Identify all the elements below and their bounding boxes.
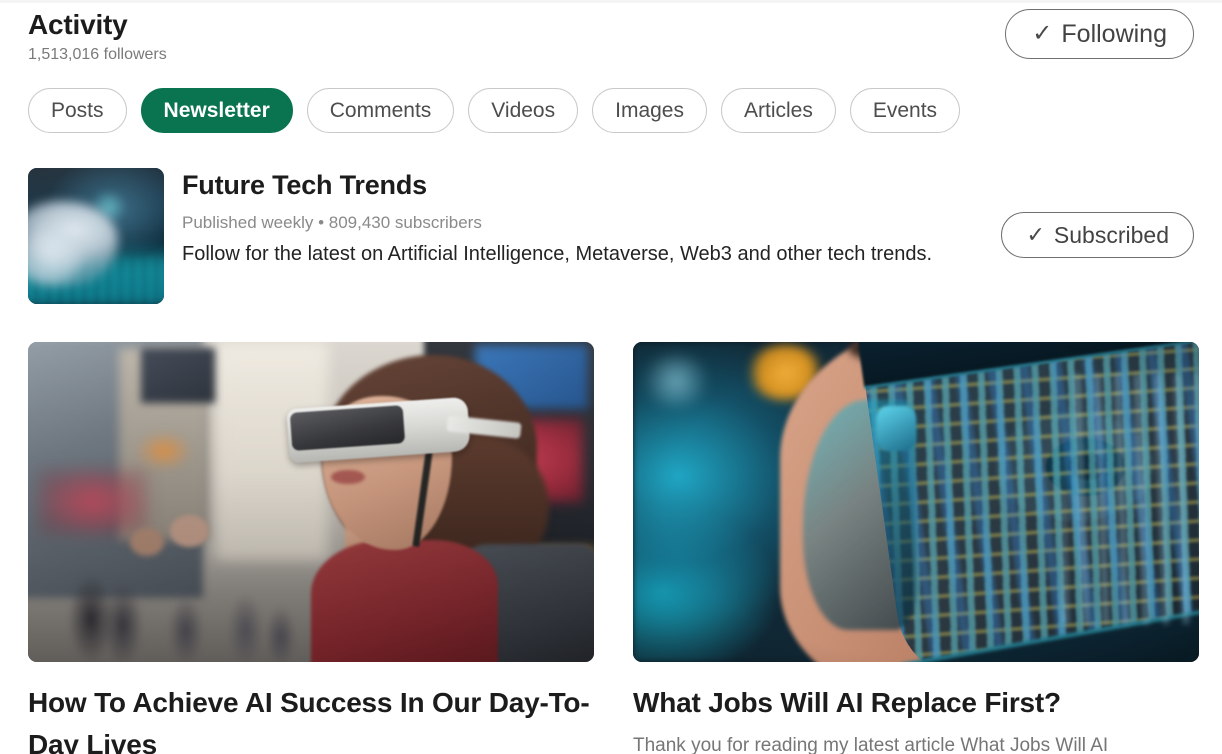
tab-newsletter[interactable]: Newsletter xyxy=(140,88,293,133)
following-button-label: Following xyxy=(1061,19,1167,48)
vr-city-illustration xyxy=(28,342,594,662)
article-description: Thank you for reading my latest article … xyxy=(633,735,1109,754)
subscribed-button[interactable]: ✓ Subscribed xyxy=(1001,212,1194,258)
tab-comments[interactable]: Comments xyxy=(306,88,455,133)
article-card: What Jobs Will AI Replace First? Thank y… xyxy=(633,342,1199,754)
newsletter-summary: Future Tech Trends Published weekly • 80… xyxy=(28,168,1194,308)
article-image-code-glasses[interactable] xyxy=(633,342,1199,662)
newsletter-description: Follow for the latest on Artificial Inte… xyxy=(182,243,933,265)
following-button[interactable]: ✓ Following xyxy=(1005,9,1194,59)
newsletter-meta: Published weekly • 809,430 subscribers xyxy=(182,213,482,232)
newsletter-title[interactable]: Future Tech Trends xyxy=(182,168,972,202)
article-image-vr-woman[interactable] xyxy=(28,342,594,662)
check-icon: ✓ xyxy=(1026,222,1045,247)
tab-events[interactable]: Events xyxy=(849,88,961,133)
vignette-overlay xyxy=(633,342,1199,662)
article-title[interactable]: How To Achieve AI Success In Our Day-To-… xyxy=(28,682,594,754)
tab-videos[interactable]: Videos xyxy=(468,88,579,133)
eye-glasses-illustration xyxy=(633,342,1199,662)
newsletter-thumbnail[interactable] xyxy=(28,168,164,304)
activity-page: Activity 1,513,016 followers ✓ Following… xyxy=(0,0,1222,754)
tab-images[interactable]: Images xyxy=(592,88,707,133)
article-title[interactable]: What Jobs Will AI Replace First? xyxy=(633,682,1199,724)
color-grade-overlay xyxy=(28,342,594,662)
top-divider xyxy=(0,0,1222,3)
subscribed-button-label: Subscribed xyxy=(1053,221,1169,248)
tab-articles[interactable]: Articles xyxy=(721,88,836,133)
newsletter-info: Future Tech Trends Published weekly • 80… xyxy=(182,168,972,268)
activity-filter-tabs: Posts Newsletter Comments Videos Images … xyxy=(28,88,961,133)
article-card: How To Achieve AI Success In Our Day-To-… xyxy=(28,342,594,754)
newsletter-article-list: How To Achieve AI Success In Our Day-To-… xyxy=(28,342,1199,754)
activity-header: Activity 1,513,016 followers ✓ Following xyxy=(28,8,1194,70)
tab-posts[interactable]: Posts xyxy=(28,88,127,133)
check-icon: ✓ xyxy=(1032,20,1053,47)
